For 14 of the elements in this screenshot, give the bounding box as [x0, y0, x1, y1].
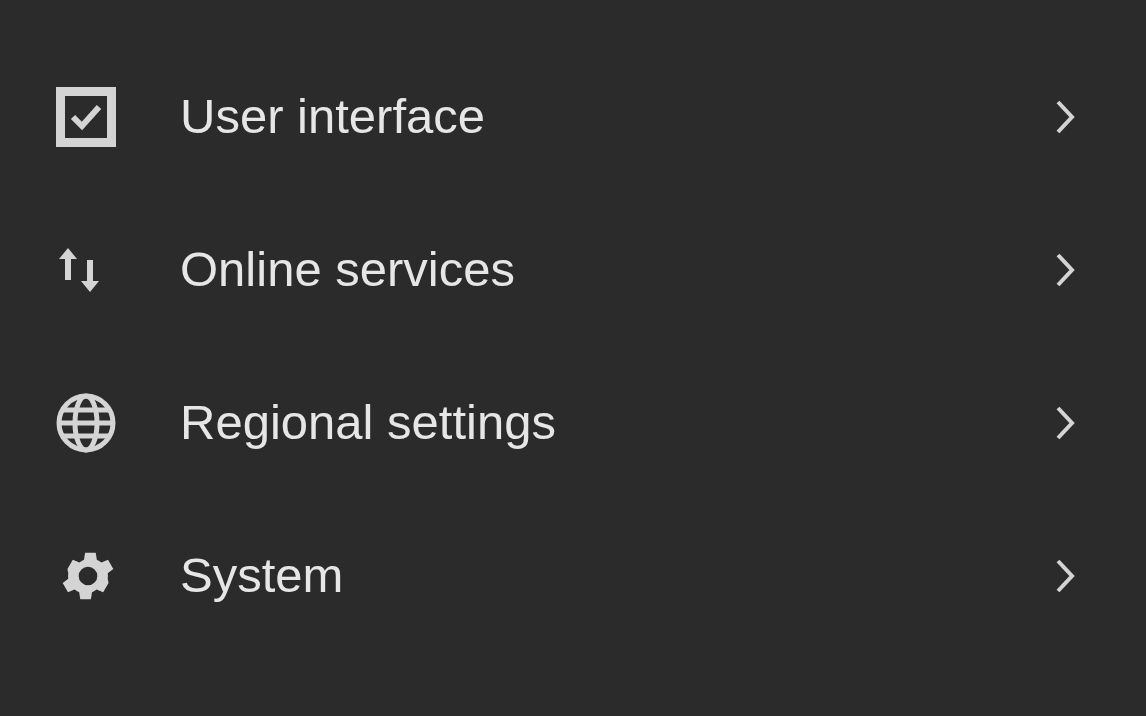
globe-icon — [56, 392, 116, 453]
menu-item-label: System — [180, 546, 345, 604]
menu-item-label: User interface — [180, 87, 486, 145]
menu-item-label: Regional settings — [180, 393, 557, 451]
chevron-right-icon — [1054, 98, 1076, 135]
menu-item-label: Online services — [180, 240, 516, 298]
chevron-right-icon — [1054, 404, 1076, 441]
menu-item[interactable]: Online services — [0, 193, 1146, 346]
chevron-right-icon — [1054, 251, 1076, 288]
menu-item[interactable]: Regional settings — [0, 346, 1146, 499]
menu-item[interactable]: System — [0, 499, 1146, 652]
menu-item[interactable]: User interface — [0, 40, 1146, 193]
checkbox-icon — [56, 86, 116, 147]
chevron-right-icon — [1054, 557, 1076, 594]
